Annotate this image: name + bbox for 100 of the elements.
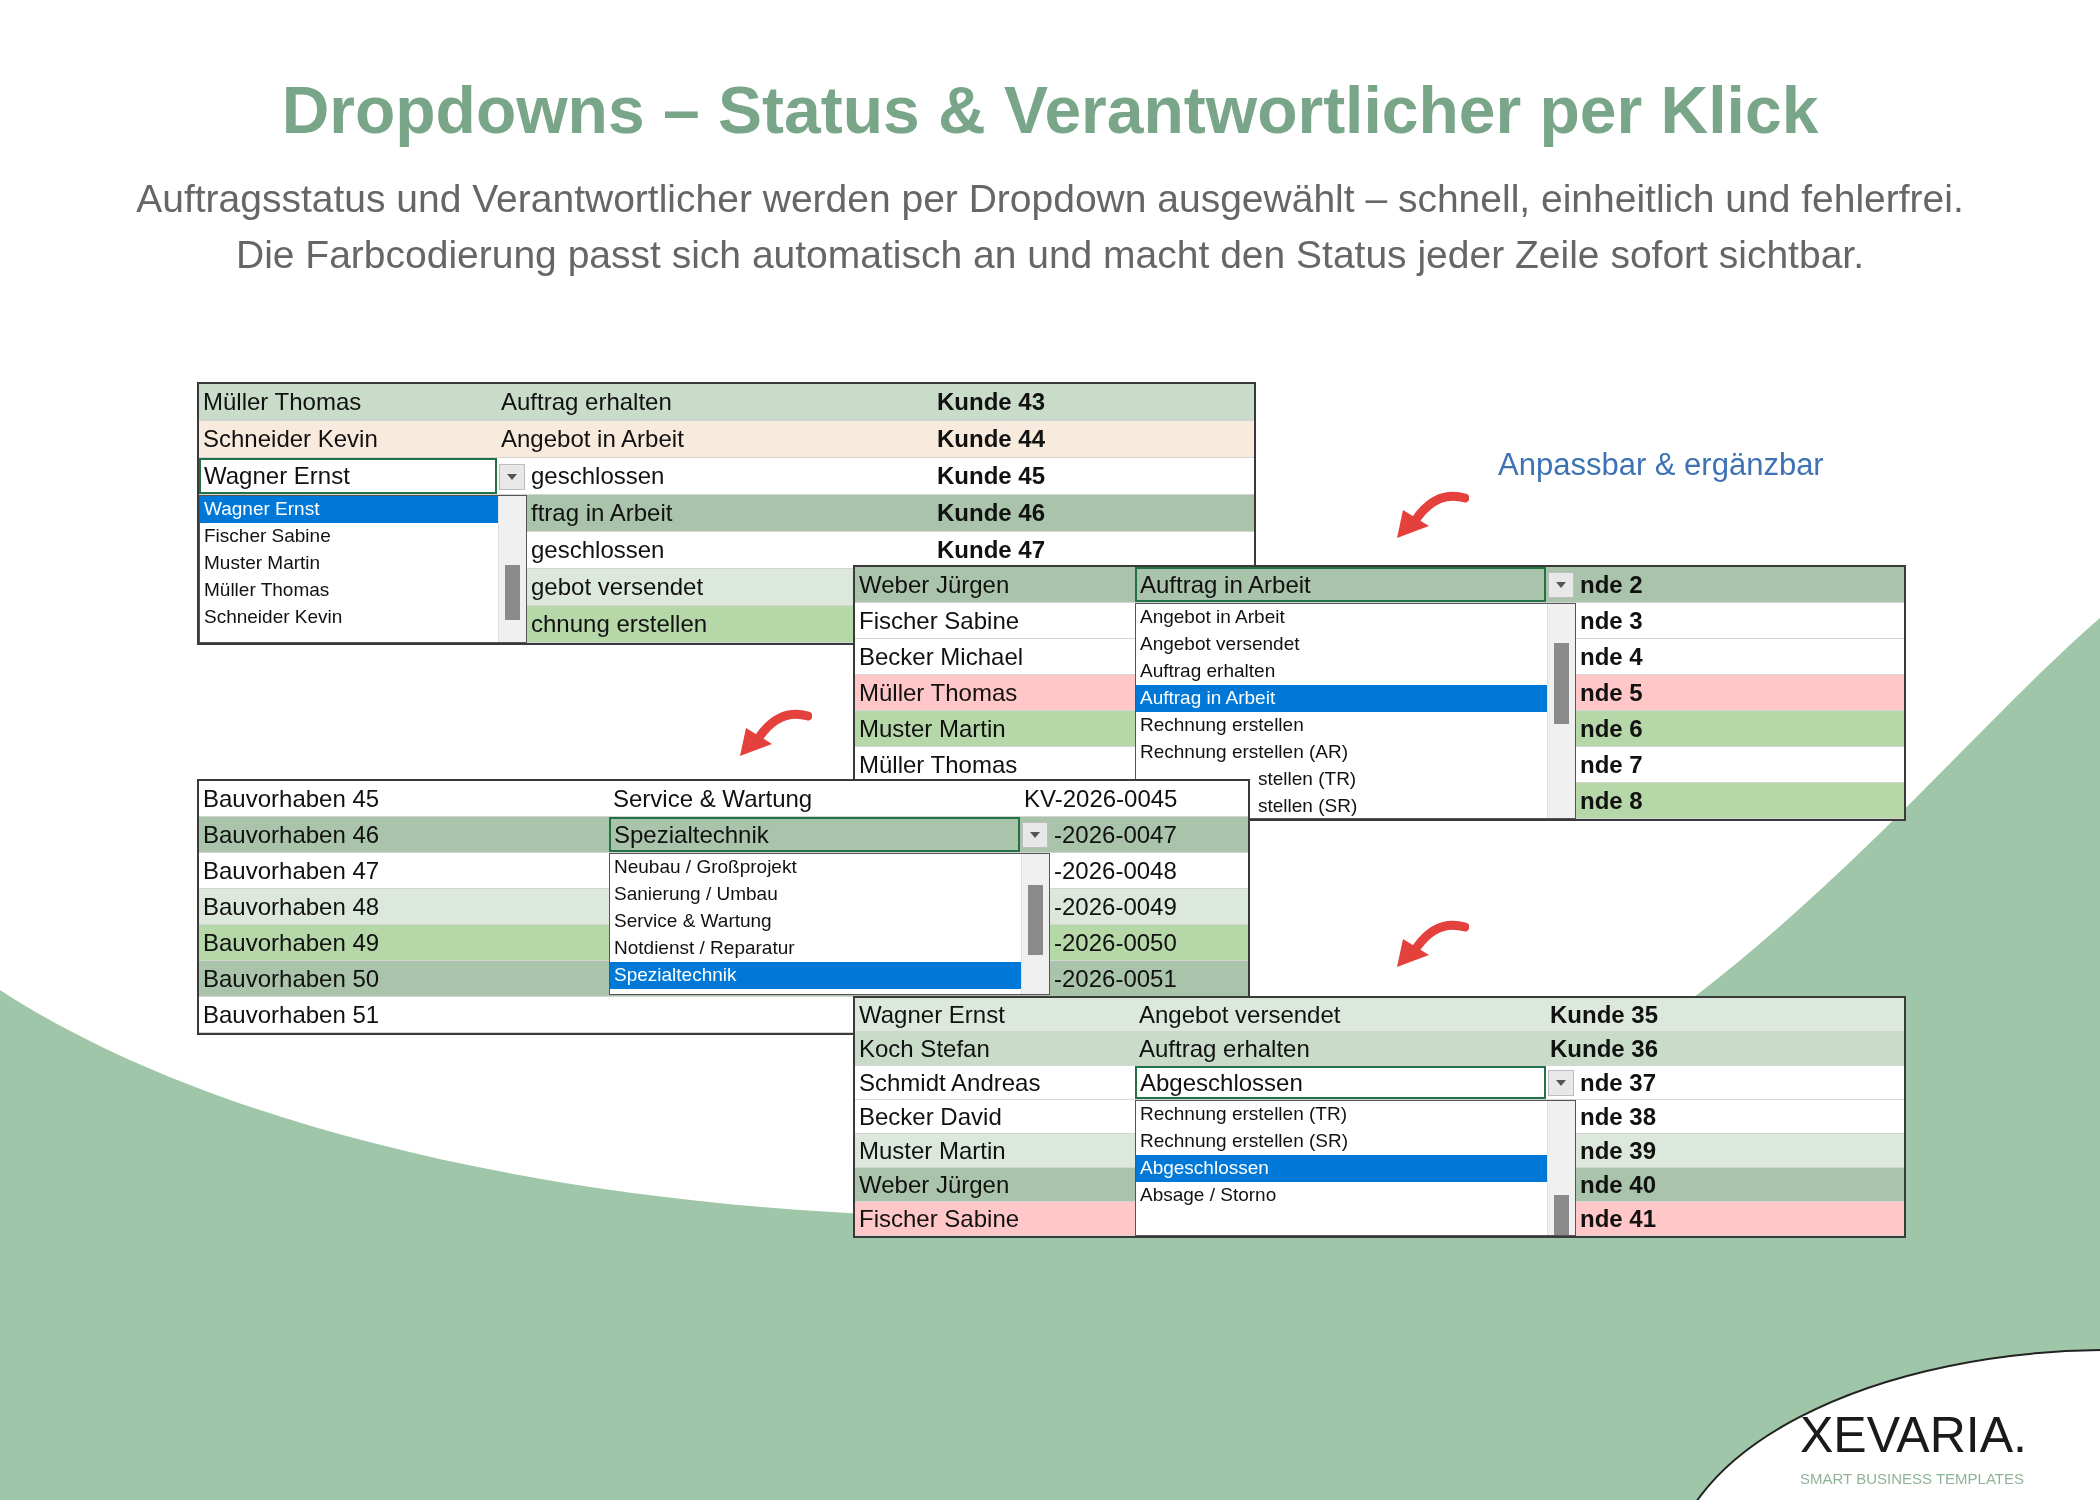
table-cell-text: Auftrag erhalten <box>501 387 672 417</box>
dropdown-field[interactable]: Auftrag in Arbeit <box>1135 567 1546 602</box>
table-cell-text: -2026-0047 <box>1054 819 1177 850</box>
dropdown-option[interactable]: Service & Wartung <box>610 908 1021 935</box>
table-cell-text: nde 2 <box>1580 569 1643 600</box>
table-cell-text: Schneider Kevin <box>203 424 378 454</box>
table-cell-text: Bauvorhaben 45 <box>203 783 380 814</box>
dropdown-option[interactable]: Schneider Kevin <box>200 604 498 631</box>
dropdown-option[interactable]: Angebot versendet <box>1136 631 1547 658</box>
dropdown-option[interactable]: Muster Martin <box>200 550 498 577</box>
table-cell-text: Müller Thomas <box>859 749 1018 780</box>
table-cell-text: nde 5 <box>1580 677 1643 708</box>
table-cell-text: -2026-0051 <box>1054 963 1177 994</box>
dropdown-field[interactable]: Wagner Ernst <box>199 458 497 494</box>
dropdown-button[interactable] <box>499 463 525 490</box>
caret-icon <box>507 473 517 480</box>
table-cell-text: Kunde 45 <box>937 461 1046 491</box>
table-cell-text: Bauvorhaben 50 <box>203 963 380 994</box>
table-cell-text: Kunde 46 <box>937 498 1046 528</box>
dropdown-field[interactable]: Spezialtechnik <box>609 817 1020 852</box>
dropdown-field[interactable]: Abgeschlossen <box>1135 1066 1546 1099</box>
dropdown-option[interactable]: Rechnung erstellen (TR) <box>1136 1101 1547 1128</box>
caret-icon <box>1556 1080 1566 1086</box>
table-cell-text: nde 8 <box>1580 785 1643 816</box>
caret-icon <box>1030 832 1040 838</box>
table-cell-text: Bauvorhaben 49 <box>203 927 380 958</box>
dropdown-option[interactable]: Angebot in Arbeit <box>1136 604 1547 631</box>
scroll-thumb[interactable] <box>1554 1194 1569 1235</box>
table-cell-text: Kunde 43 <box>937 387 1046 417</box>
table-cell-text: nde 3 <box>1580 605 1643 636</box>
caret-icon <box>1556 582 1566 588</box>
curved-arrow <box>1397 491 1469 538</box>
table-cell-text: Fischer Sabine <box>859 1203 1020 1234</box>
scroll-thumb[interactable] <box>505 564 520 621</box>
dropdown-option[interactable]: Auftrag in Arbeit <box>1136 685 1547 712</box>
table-cell-text: KV-2026-0045 <box>1024 783 1178 814</box>
table-cell-text: Müller Thomas <box>203 387 362 417</box>
table-cell-text: ftrag in Arbeit <box>531 498 673 528</box>
table-cell-text: nde 38 <box>1580 1101 1657 1132</box>
table-cell-text: Kunde 44 <box>937 424 1046 454</box>
table-cell-text: nde 4 <box>1580 641 1643 672</box>
logo-tagline: SMART BUSINESS TEMPLATES <box>1800 1469 2024 1489</box>
table-cell-text: Bauvorhaben 51 <box>203 999 380 1030</box>
dropdown-button[interactable] <box>1548 572 1574 598</box>
dropdown-option[interactable]: Rechnung erstellen (SR) <box>1136 1128 1547 1155</box>
dropdown-button[interactable] <box>1022 822 1048 848</box>
note-text: Anpassbar & ergänzbar <box>1498 446 1824 484</box>
table-cell-text: Becker Michael <box>859 641 1024 672</box>
subtitle-line: Die Farbcodierung passt sich automatisch an und macht den Status jeder Zeile sofort sichtbar. <box>235 232 1864 278</box>
table-cell-text: Muster Martin <box>859 713 1006 744</box>
scrollbar[interactable] <box>1547 604 1575 818</box>
dropdown-option[interactable]: Wagner Ernst <box>200 496 498 523</box>
dropdown-option[interactable]: stellen (SR) <box>1254 793 1547 818</box>
table-cell-text: Service & Wartung <box>613 783 813 814</box>
table-cell-text: Fischer Sabine <box>859 605 1020 636</box>
dropdown-button[interactable] <box>1548 1070 1574 1096</box>
table-cell-text: Bauvorhaben 47 <box>203 855 380 886</box>
dropdown-option[interactable]: Abgeschlossen <box>1136 1155 1547 1182</box>
dropdown-option[interactable]: Müller Thomas <box>200 577 498 604</box>
dropdown-option[interactable]: Notdienst / Reparatur <box>610 935 1021 962</box>
table-cell-text: Kunde 35 <box>1550 999 1659 1030</box>
table-cell-text: Kunde 47 <box>937 535 1046 565</box>
table-cell-text: nde 41 <box>1580 1203 1657 1234</box>
table-cell-text: Auftrag erhalten <box>1139 1033 1310 1064</box>
table-cell-text: Bauvorhaben 46 <box>203 819 380 850</box>
table-cell-text: Becker David <box>859 1101 1002 1132</box>
table-cell-text: geschlossen <box>531 461 665 491</box>
dropdown-option[interactable]: Sanierung / Umbau <box>610 881 1021 908</box>
subtitle-line: Auftragsstatus und Verantwortlicher werden per Dropdown ausgewählt – schnell, einheitlich und fehlerfrei. <box>136 176 1964 222</box>
dropdown-option[interactable]: Auftrag erhalten <box>1136 658 1547 685</box>
scrollbar[interactable] <box>1021 854 1049 994</box>
table-cell-text: Muster Martin <box>859 1135 1006 1166</box>
table-cell-text: Schmidt Andreas <box>859 1067 1041 1098</box>
scroll-thumb[interactable] <box>1028 884 1043 955</box>
table-cell-text: Weber Jürgen <box>859 1169 1010 1200</box>
table-cell-text: Angebot in Arbeit <box>501 424 684 454</box>
table-cell-text: chnung erstellen <box>531 609 708 639</box>
page-title: Dropdowns – Status & Verantwortlicher per Klick <box>281 72 1819 149</box>
table-cell-text: geschlossen <box>531 535 665 565</box>
logo-wordmark: XEVARIA. <box>1800 1410 2027 1460</box>
dropdown-option[interactable]: Neubau / Großprojekt <box>610 854 1021 881</box>
table-cell-text: Kunde 36 <box>1550 1033 1659 1064</box>
table-cell-text: nde 40 <box>1580 1169 1657 1200</box>
table-cell-text: Weber Jürgen <box>859 569 1010 600</box>
dropdown-option[interactable]: Absage / Storno <box>1136 1182 1547 1209</box>
table-cell-text: gebot versendet <box>531 572 704 602</box>
curved-arrow <box>1397 920 1469 967</box>
table-cell-text: -2026-0049 <box>1054 891 1177 922</box>
table-cell-text: Angebot versendet <box>1139 999 1341 1030</box>
dropdown-option[interactable]: Fischer Sabine <box>200 523 498 550</box>
dropdown-option[interactable]: Rechnung erstellen (AR) <box>1136 739 1547 766</box>
dropdown-option[interactable]: Rechnung erstellen <box>1136 712 1547 739</box>
curved-arrow <box>740 709 812 756</box>
table-cell-text: Müller Thomas <box>859 677 1018 708</box>
dropdown-option[interactable]: stellen (TR) <box>1254 766 1547 793</box>
scroll-thumb[interactable] <box>1554 642 1569 724</box>
scrollbar[interactable] <box>1547 1101 1575 1235</box>
dropdown-option[interactable]: Spezialtechnik <box>610 962 1021 989</box>
scrollbar[interactable] <box>498 496 526 642</box>
table-cell-text: nde 39 <box>1580 1135 1657 1166</box>
